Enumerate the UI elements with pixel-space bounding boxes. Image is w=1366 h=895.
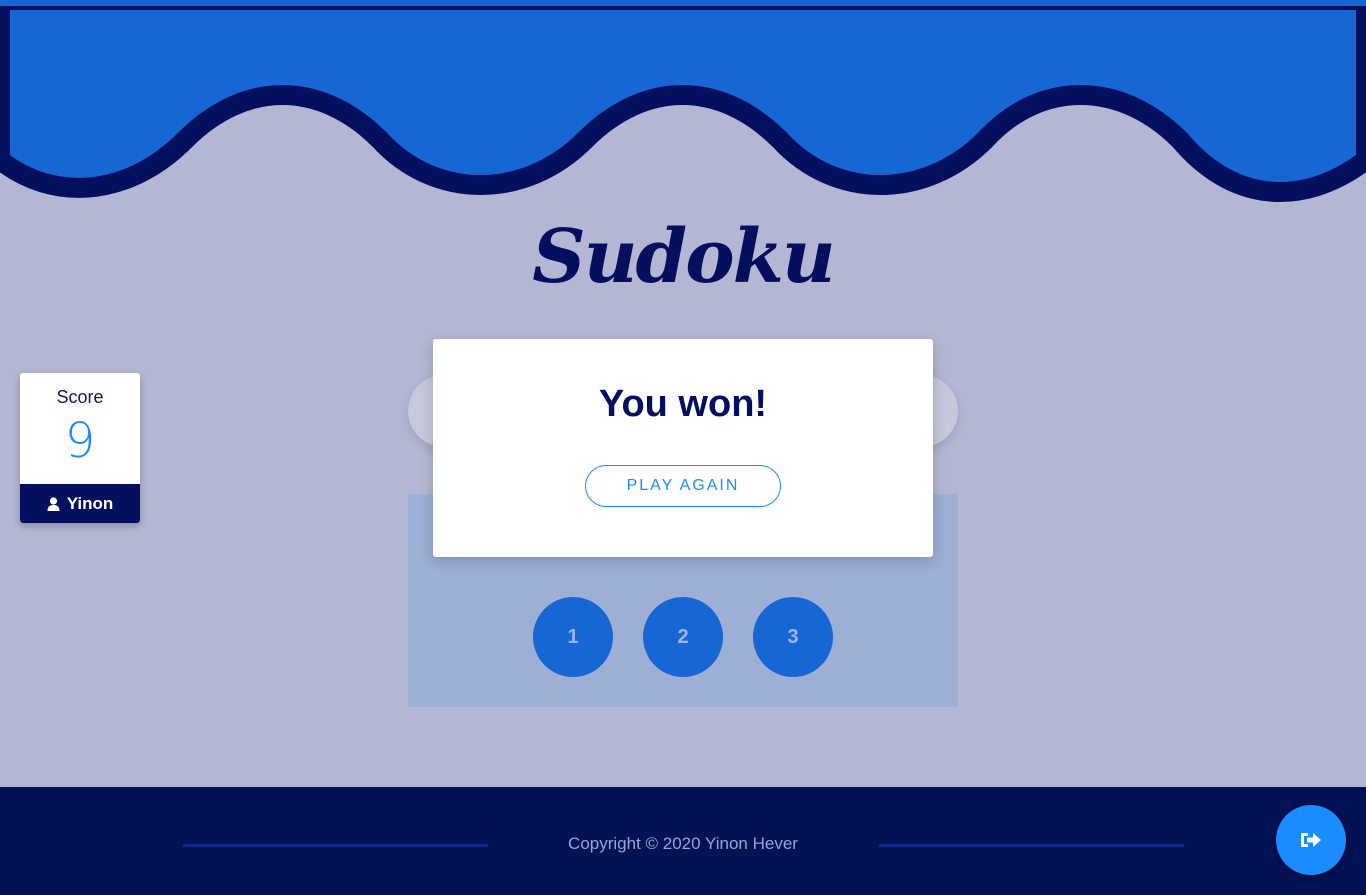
number-button-2[interactable]: 2 <box>643 597 723 677</box>
play-again-button[interactable]: PLAY AGAIN <box>585 465 781 507</box>
score-value: 9 <box>64 413 96 469</box>
logout-button[interactable] <box>1276 805 1346 875</box>
wave-header <box>0 0 1366 202</box>
page-title: Sudoku <box>532 214 835 300</box>
modal-title: You won! <box>598 383 768 425</box>
player-name: Yinon <box>66 493 114 513</box>
user-icon <box>47 496 60 511</box>
number-button-1[interactable]: 1 <box>533 597 613 677</box>
logout-icon <box>1301 833 1321 847</box>
footer-divider-right <box>879 844 1184 847</box>
player-bar: Yinon <box>20 484 140 523</box>
page: Sudoku Score 9 Yinon 1 2 3 You won! PLAY… <box>0 0 1366 895</box>
number-button-3[interactable]: 3 <box>753 597 833 677</box>
score-label: Score <box>56 387 104 407</box>
score-card: Score 9 Yinon <box>20 373 140 523</box>
footer: Copyright © 2020 Yinon Hever <box>0 787 1366 895</box>
win-modal: You won! PLAY AGAIN <box>433 339 933 557</box>
